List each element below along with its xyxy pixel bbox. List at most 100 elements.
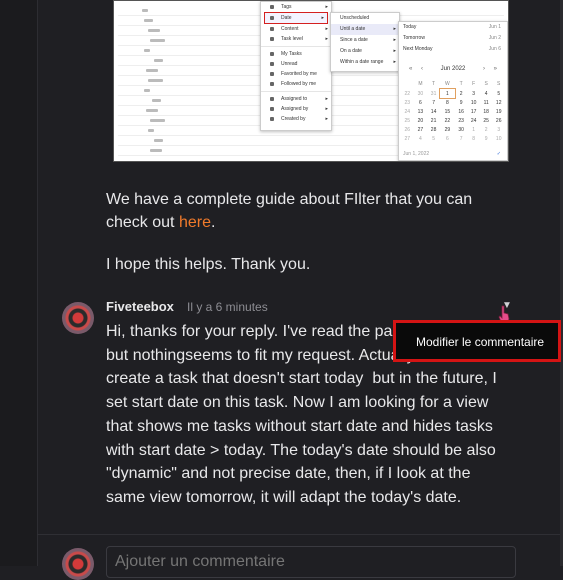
quick-date-value: Jun 6 [488,46,501,52]
comment-line: "dynamic" and not precise date, then, if… [106,465,471,483]
divider [37,534,560,535]
task-row-placeholder [150,39,165,42]
date-submenu-item: Within a date range ▸ [331,57,399,68]
menu-separator [261,46,331,47]
filter-menu-item: Date ▸ [264,12,328,24]
next-month-icon: › [483,66,485,72]
calendar-day: 5 [497,90,501,97]
filter-menu-label: Assigned to [281,96,308,102]
task-row-placeholder [150,119,165,122]
task-row-placeholder [142,9,148,12]
calendar-day: 6 [419,99,422,106]
calendar-grid: M T W T F S S 22 30 31 1 2 3 4 5 23 6 7 8 9 10 11 12 24 13 14 15 16… [401,78,505,143]
task-row-placeholder [154,139,163,142]
weekday-label: F [472,80,476,87]
filter-menu-label: Followed by me [281,81,317,87]
filter-menu-item: Followed by me [261,79,331,89]
calendar-day: 27 [417,126,424,133]
menu-item-icon [270,5,274,9]
date-submenu-item: Since a date ▸ [331,35,399,46]
filter-menu-item: My Tasks [261,49,331,59]
calendar-day: 23 [458,117,464,124]
task-row-placeholder [148,129,154,132]
calendar-day: 14 [430,108,437,115]
calendar-day: 3 [472,90,476,97]
menu-item-icon [270,16,274,20]
calendar-month: Jun 2022 [440,66,466,72]
calendar-day: 11 [483,99,489,106]
date-submenu-label: Until a date [340,26,366,32]
date-submenu-label: On a date [340,48,362,54]
filter-menu-item: Tags ▸ [261,2,331,12]
menu-item-icon [270,82,274,86]
menu-item-icon [270,52,274,56]
intro-line-1: We have a complete guide about FIlter th… [106,191,473,208]
filter-menu-label: Unread [281,61,298,67]
comment-input[interactable] [106,546,516,578]
intro-line-2-text: check out [106,214,179,231]
calendar-day: 25 [483,117,489,124]
filter-menu-label: Favorited by me [281,71,317,77]
embedded-screenshot: Tags ▸ Date ▸ Content ▸ Task level ▸ My Tasks Unr… [113,0,509,162]
filter-menu-item: Created by ▸ [261,114,331,124]
comment-line: set start date on this task. Now I am lo… [106,394,489,412]
tooltip-label: Modifier le commentaire [416,335,545,349]
filter-menu-label: My Tasks [281,51,302,57]
filter-menu-label: Content [281,26,299,32]
task-row-placeholder [146,109,158,112]
calendar-day: 8 [472,135,476,142]
calendar-header: « ‹ Jun 2022 › » [399,64,507,75]
filter-menu-item: Favorited by me [261,69,331,79]
submenu-arrow-icon: ▸ [325,36,328,42]
next-year-icon: » [493,66,497,72]
left-rail [0,0,38,566]
date-submenu-item: Unscheduled [331,13,399,24]
calendar-day: 18 [483,108,489,115]
calendar-day: 4 [419,135,422,142]
date-picker: Today Jun 1 Tomorrow Jun 2 Next Monday Jun 6 … [398,21,508,161]
quick-date-option: Next Monday Jun 6 [399,44,507,55]
calendar-footer-date: Jun 1, 2022 [403,151,430,157]
filter-menu-label: Created by [281,116,306,122]
menu-separator [261,91,331,92]
weekday-label: M [418,80,423,87]
menu-item-icon [270,72,274,76]
calendar-day: 15 [444,108,451,115]
calendar-day: 22 [444,117,451,124]
calendar-day: 20 [417,117,424,124]
quick-date-label: Tomorrow [403,35,425,41]
calendar-day: 10 [495,135,502,142]
filter-menu-label: Task level [281,36,303,42]
menu-item-icon [270,37,274,41]
filter-menu: Tags ▸ Date ▸ Content ▸ Task level ▸ My Tasks Unr… [260,1,332,131]
calendar-day: 8 [446,99,449,106]
date-submenu-item: On a date ▸ [331,46,399,57]
intro-line-2-end: . [210,214,216,231]
calendar-day: 4 [484,90,488,97]
menu-item-icon [270,62,274,66]
calendar-day: 30 [458,126,464,133]
calendar-day: 10 [470,99,477,106]
guide-link[interactable]: here [179,214,211,231]
task-row-placeholder [154,59,163,62]
thanks-paragraph: I hope this helps. Thank you. [106,256,311,273]
comment-author[interactable]: Fiveteebox [106,299,174,314]
calendar-day: 6 [446,135,449,142]
calendar-day: 2 [459,90,463,97]
calendar-day: 1 [472,126,476,133]
task-row-placeholder [148,79,163,82]
filter-menu-item: Content ▸ [261,24,331,34]
quick-date-value: Jun 2 [488,35,501,41]
quick-date-option: Today Jun 1 [399,22,507,33]
submenu-arrow-icon: ▸ [325,4,328,10]
quick-date-label: Today [403,24,417,30]
date-submenu-item: Until a date ▸ [331,24,399,35]
submenu-arrow-icon: ▸ [325,106,328,112]
prev-month-icon: ‹ [421,66,423,72]
avatar[interactable] [62,302,94,334]
calendar-day: 21 [430,117,437,124]
week-number: 26 [404,126,411,133]
calendar-day: 28 [430,126,437,133]
week-number: 23 [404,99,411,106]
quick-date-label: Next Monday [403,46,433,52]
